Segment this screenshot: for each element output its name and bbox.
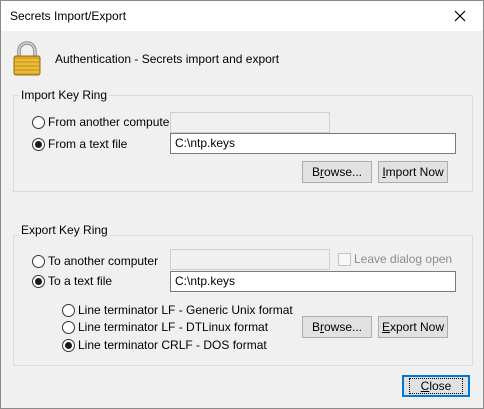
to-text-file-radio[interactable]: To a text file: [32, 274, 112, 288]
radio-circle: [62, 338, 75, 352]
radio-circle: [32, 254, 45, 268]
close-icon[interactable]: [437, 1, 483, 31]
to-another-computer-radio[interactable]: To another computer: [32, 254, 158, 268]
checkbox-box: [338, 252, 351, 266]
checkbox-label: Leave dialog open: [354, 252, 453, 266]
export-browse-button[interactable]: Browse...: [302, 316, 372, 338]
export-computer-field[interactable]: [170, 249, 330, 270]
radio-circle: [32, 115, 45, 129]
radio-circle: [62, 320, 75, 334]
from-another-computer-radio[interactable]: From another computer: [32, 115, 173, 129]
export-now-button[interactable]: Export Now: [378, 316, 448, 338]
button-label: Browse...: [311, 320, 363, 334]
padlock-icon: [11, 41, 43, 77]
secrets-dialog: Secrets Import/Export Authentication - S…: [0, 0, 484, 409]
radio-circle: [32, 274, 45, 288]
leave-dialog-open-checkbox[interactable]: Leave dialog open: [338, 252, 452, 266]
radio-label: Line terminator LF - DTLinux format: [78, 320, 269, 334]
terminator-lf-dtlinux-radio[interactable]: Line terminator LF - DTLinux format: [62, 320, 268, 334]
import-group-label: Import Key Ring: [19, 88, 110, 102]
radio-label: From another computer: [48, 115, 174, 129]
radio-label: From a text file: [48, 137, 128, 151]
radio-circle: [62, 303, 75, 317]
terminator-crlf-dos-radio[interactable]: Line terminator CRLF - DOS format: [62, 338, 267, 352]
export-file-path-field[interactable]: C:\ntp.keys: [170, 271, 456, 292]
radio-label: Line terminator LF - Generic Unix format: [78, 303, 293, 317]
import-file-path-field[interactable]: C:\ntp.keys: [170, 133, 456, 154]
import-now-button[interactable]: Import Now: [378, 161, 448, 183]
title-bar: Secrets Import/Export: [1, 1, 483, 31]
radio-circle: [32, 137, 45, 151]
radio-label: To a text file: [48, 274, 113, 288]
terminator-lf-unix-radio[interactable]: Line terminator LF - Generic Unix format: [62, 303, 293, 317]
close-button[interactable]: Close: [402, 375, 470, 397]
button-label: Browse...: [311, 165, 363, 179]
import-computer-field[interactable]: [170, 112, 330, 133]
export-group-label: Export Key Ring: [19, 223, 110, 237]
window-title: Secrets Import/Export: [10, 9, 127, 23]
button-label: Import Now: [382, 165, 444, 179]
import-browse-button[interactable]: Browse...: [302, 161, 372, 183]
button-label: Close: [408, 378, 464, 394]
header-description: Authentication - Secrets import and expo…: [55, 52, 280, 66]
radio-label: Line terminator CRLF - DOS format: [78, 338, 267, 352]
button-label: Export Now: [381, 320, 445, 334]
from-text-file-radio[interactable]: From a text file: [32, 137, 127, 151]
radio-label: To another computer: [48, 254, 159, 268]
